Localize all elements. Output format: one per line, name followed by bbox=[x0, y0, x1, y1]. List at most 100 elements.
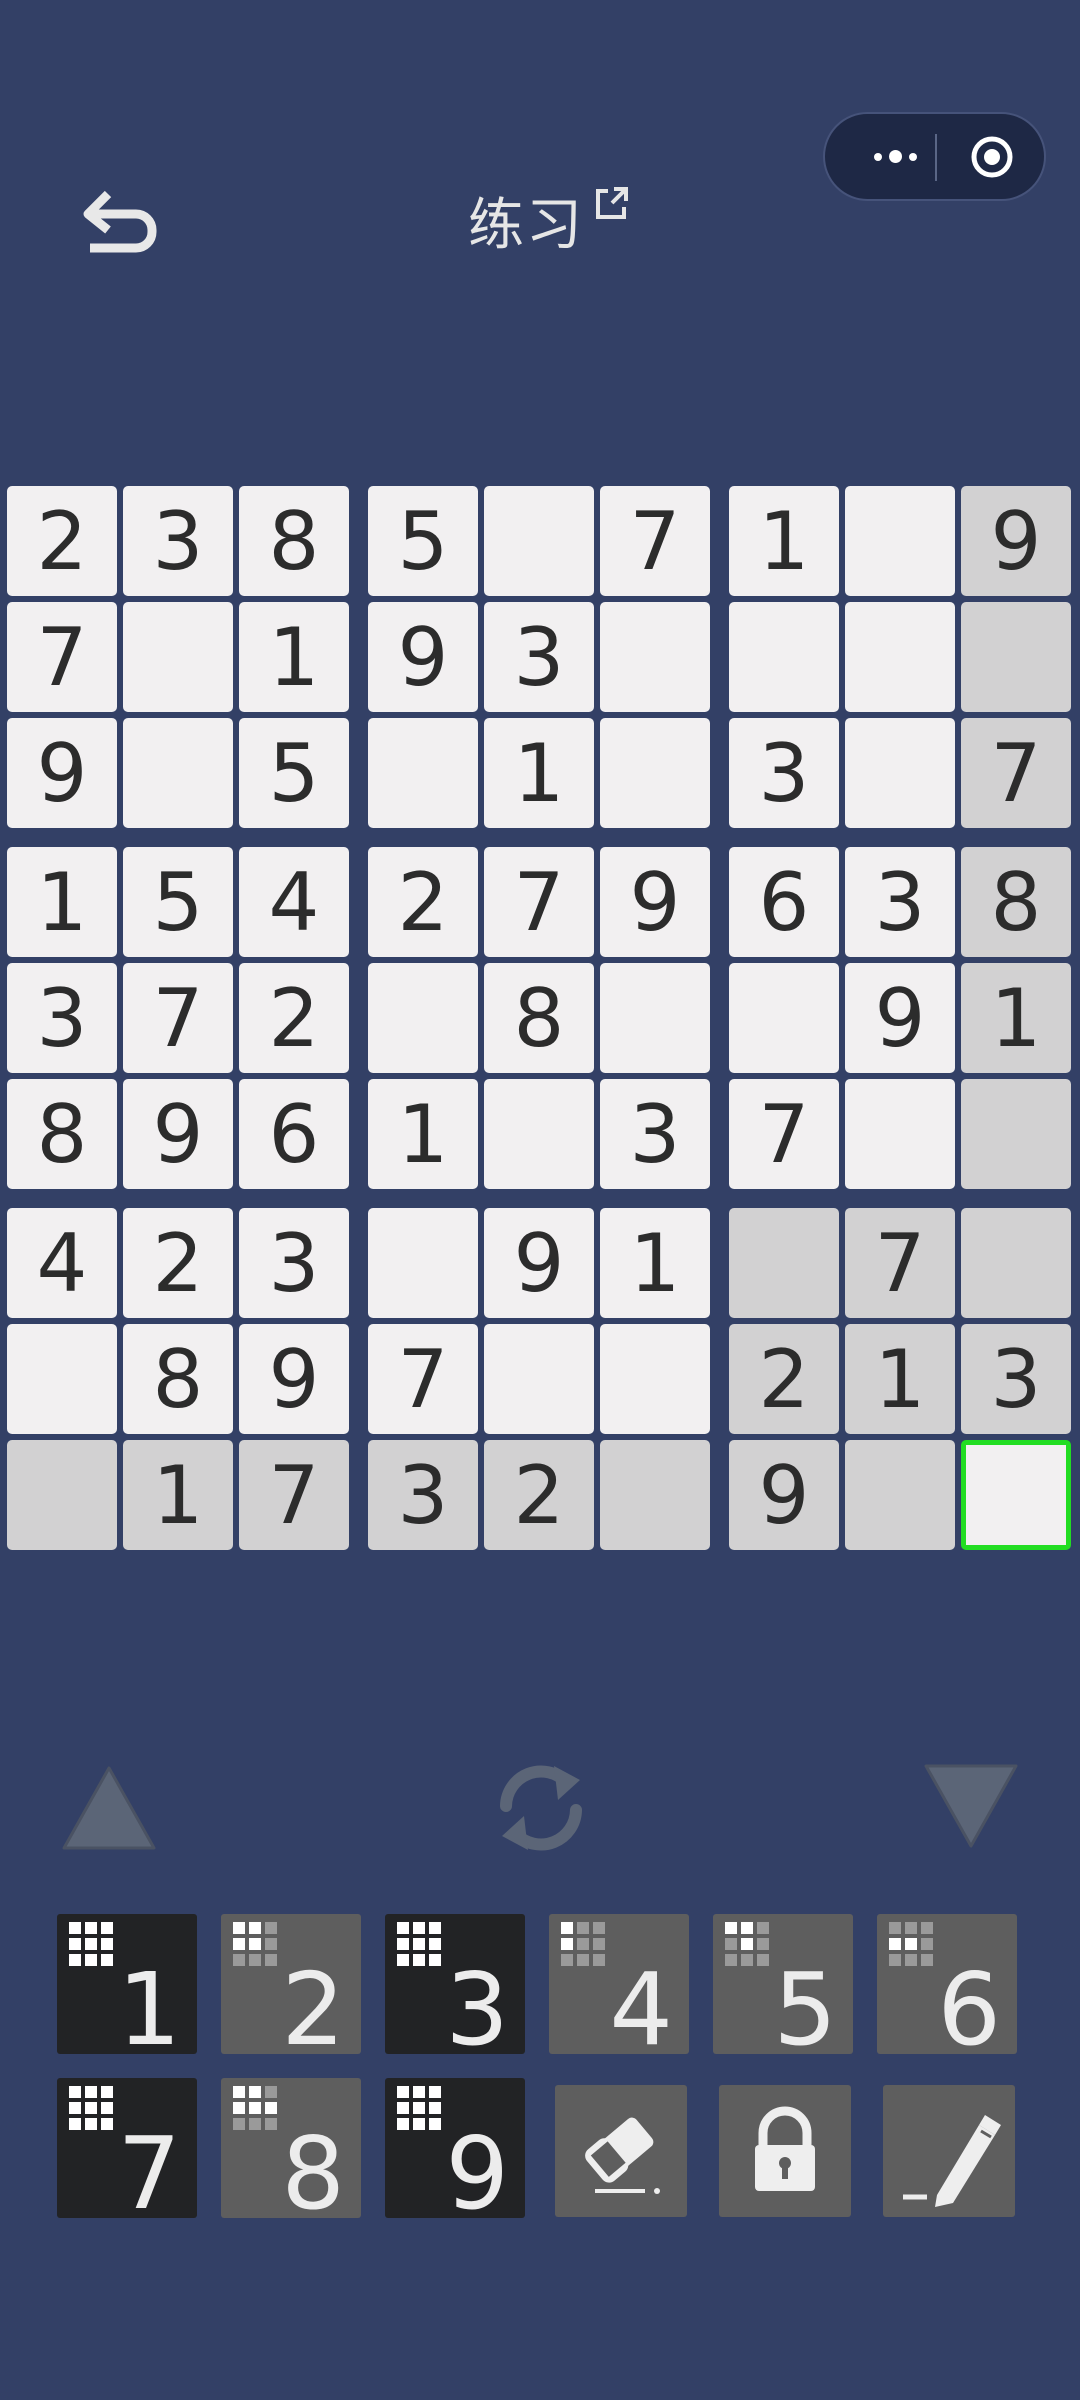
sudoku-cell[interactable]: 7 bbox=[239, 1440, 349, 1550]
sudoku-cell[interactable]: 5 bbox=[123, 847, 233, 957]
sudoku-cell[interactable]: 1 bbox=[845, 1324, 955, 1434]
number-key-4[interactable]: 4 bbox=[549, 1914, 689, 2060]
sudoku-cell[interactable] bbox=[845, 602, 955, 712]
sudoku-cell[interactable] bbox=[484, 1079, 594, 1189]
sudoku-cell[interactable] bbox=[845, 486, 955, 596]
sudoku-cell[interactable] bbox=[961, 602, 1071, 712]
sudoku-cell[interactable]: 9 bbox=[961, 486, 1071, 596]
sudoku-cell[interactable] bbox=[368, 718, 478, 828]
sudoku-cell[interactable]: 2 bbox=[729, 1324, 839, 1434]
more-dots-icon[interactable] bbox=[855, 114, 935, 199]
sudoku-cell[interactable]: 2 bbox=[368, 847, 478, 957]
sudoku-cell[interactable]: 3 bbox=[729, 718, 839, 828]
sudoku-cell[interactable]: 9 bbox=[7, 718, 117, 828]
pencil-button[interactable] bbox=[883, 2085, 1015, 2217]
sudoku-cell[interactable]: 1 bbox=[368, 1079, 478, 1189]
sudoku-cell[interactable] bbox=[845, 1440, 955, 1550]
sudoku-cell[interactable]: 1 bbox=[729, 486, 839, 596]
sudoku-cell[interactable] bbox=[845, 1079, 955, 1189]
eraser-button[interactable] bbox=[555, 2085, 687, 2217]
number-key-5[interactable]: 5 bbox=[713, 1914, 853, 2060]
sudoku-cell[interactable]: 1 bbox=[484, 718, 594, 828]
triangle-up-icon[interactable] bbox=[60, 1762, 158, 1852]
sudoku-cell[interactable]: 2 bbox=[7, 486, 117, 596]
sudoku-cell[interactable] bbox=[729, 963, 839, 1073]
sudoku-cell[interactable]: 3 bbox=[239, 1208, 349, 1318]
sudoku-cell[interactable]: 1 bbox=[961, 963, 1071, 1073]
page-title[interactable]: 练习 bbox=[468, 180, 632, 260]
sudoku-cell[interactable] bbox=[961, 1208, 1071, 1318]
sudoku-cell[interactable]: 3 bbox=[845, 847, 955, 957]
sudoku-cell[interactable] bbox=[600, 963, 710, 1073]
sudoku-cell[interactable]: 1 bbox=[600, 1208, 710, 1318]
sudoku-cell[interactable]: 6 bbox=[239, 1079, 349, 1189]
sudoku-cell[interactable]: 8 bbox=[239, 486, 349, 596]
sudoku-cell[interactable]: 8 bbox=[123, 1324, 233, 1434]
number-key-9[interactable]: 9 bbox=[385, 2078, 525, 2224]
refresh-icon[interactable] bbox=[488, 1760, 594, 1856]
sudoku-cell[interactable] bbox=[600, 718, 710, 828]
number-key-8[interactable]: 8 bbox=[221, 2078, 361, 2224]
lock-button[interactable] bbox=[719, 2085, 851, 2217]
sudoku-cell[interactable]: 7 bbox=[961, 718, 1071, 828]
sudoku-cell[interactable] bbox=[368, 1208, 478, 1318]
sudoku-cell[interactable] bbox=[845, 718, 955, 828]
sudoku-cell[interactable]: 9 bbox=[600, 847, 710, 957]
sudoku-cell[interactable]: 9 bbox=[845, 963, 955, 1073]
sudoku-cell[interactable]: 3 bbox=[600, 1079, 710, 1189]
sudoku-cell[interactable] bbox=[484, 1324, 594, 1434]
sudoku-cell[interactable]: 8 bbox=[7, 1079, 117, 1189]
sudoku-cell[interactable]: 3 bbox=[123, 486, 233, 596]
sudoku-cell[interactable]: 3 bbox=[368, 1440, 478, 1550]
number-key-6[interactable]: 6 bbox=[877, 1914, 1017, 2060]
number-key-3[interactable]: 3 bbox=[385, 1914, 525, 2060]
sudoku-cell[interactable] bbox=[368, 963, 478, 1073]
number-key-1[interactable]: 1 bbox=[57, 1914, 197, 2060]
sudoku-cell[interactable]: 7 bbox=[600, 486, 710, 596]
sudoku-cell[interactable]: 1 bbox=[7, 847, 117, 957]
sudoku-cell[interactable]: 5 bbox=[368, 486, 478, 596]
sudoku-cell[interactable] bbox=[600, 1440, 710, 1550]
sudoku-cell[interactable] bbox=[123, 602, 233, 712]
sudoku-cell[interactable]: 7 bbox=[7, 602, 117, 712]
sudoku-cell[interactable] bbox=[600, 1324, 710, 1434]
sudoku-cell[interactable]: 9 bbox=[239, 1324, 349, 1434]
number-key-2[interactable]: 2 bbox=[221, 1914, 361, 2060]
sudoku-cell[interactable] bbox=[729, 602, 839, 712]
sudoku-cell[interactable]: 9 bbox=[729, 1440, 839, 1550]
sudoku-cell[interactable]: 8 bbox=[961, 847, 1071, 957]
sudoku-cell[interactable] bbox=[961, 1079, 1071, 1189]
sudoku-cell[interactable] bbox=[7, 1324, 117, 1434]
sudoku-cell[interactable] bbox=[729, 1208, 839, 1318]
triangle-down-icon[interactable] bbox=[922, 1762, 1020, 1852]
sudoku-cell[interactable]: 1 bbox=[123, 1440, 233, 1550]
sudoku-cell[interactable]: 7 bbox=[123, 963, 233, 1073]
number-key-7[interactable]: 7 bbox=[57, 2078, 197, 2224]
sudoku-cell[interactable]: 5 bbox=[239, 718, 349, 828]
sudoku-cell[interactable]: 2 bbox=[239, 963, 349, 1073]
sudoku-cell[interactable]: 7 bbox=[484, 847, 594, 957]
sudoku-cell[interactable]: 7 bbox=[845, 1208, 955, 1318]
sudoku-cell[interactable]: 4 bbox=[239, 847, 349, 957]
target-circle-icon[interactable] bbox=[970, 135, 1014, 179]
sudoku-cell[interactable]: 2 bbox=[123, 1208, 233, 1318]
sudoku-cell[interactable] bbox=[600, 602, 710, 712]
selected-cell[interactable] bbox=[961, 1440, 1071, 1550]
sudoku-cell[interactable]: 3 bbox=[961, 1324, 1071, 1434]
sudoku-cell[interactable] bbox=[484, 486, 594, 596]
sudoku-cell[interactable]: 6 bbox=[729, 847, 839, 957]
sudoku-cell[interactable]: 1 bbox=[239, 602, 349, 712]
sudoku-cell[interactable]: 9 bbox=[123, 1079, 233, 1189]
sudoku-cell[interactable]: 8 bbox=[484, 963, 594, 1073]
sudoku-cell[interactable]: 2 bbox=[484, 1440, 594, 1550]
sudoku-cell[interactable]: 7 bbox=[729, 1079, 839, 1189]
sudoku-cell[interactable]: 7 bbox=[368, 1324, 478, 1434]
sudoku-cell[interactable]: 3 bbox=[7, 963, 117, 1073]
sudoku-cell[interactable] bbox=[123, 718, 233, 828]
sudoku-cell[interactable]: 9 bbox=[484, 1208, 594, 1318]
sudoku-cell[interactable]: 9 bbox=[368, 602, 478, 712]
sudoku-cell[interactable]: 3 bbox=[484, 602, 594, 712]
sudoku-cell[interactable]: 4 bbox=[7, 1208, 117, 1318]
back-arrow-icon[interactable] bbox=[78, 180, 160, 260]
sudoku-cell[interactable] bbox=[7, 1440, 117, 1550]
